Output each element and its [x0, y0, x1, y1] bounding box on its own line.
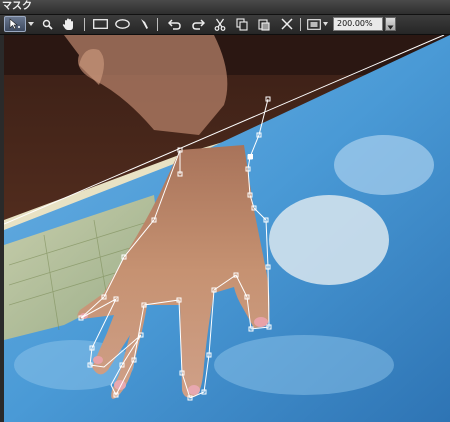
magnifier-icon: [42, 19, 53, 30]
rectangle-tool-button[interactable]: [91, 16, 109, 32]
mask-window: マスク 200.00%: [0, 0, 450, 422]
delete-button[interactable]: [279, 16, 295, 32]
undo-button[interactable]: [166, 16, 182, 32]
x-delete-icon: [281, 18, 293, 30]
fit-view-dropdown[interactable]: [322, 16, 328, 32]
pan-tool-button[interactable]: [60, 16, 76, 32]
arrow-pointer-icon: [9, 18, 20, 30]
title-bar: マスク: [0, 0, 450, 15]
ellipse-icon: [114, 19, 130, 29]
chevron-down-icon: [387, 25, 394, 30]
zoom-tool-button[interactable]: [40, 16, 54, 32]
fit-view-icon: [307, 18, 321, 30]
rectangle-icon: [92, 19, 108, 29]
toolbar-separator: [84, 18, 85, 31]
redo-button[interactable]: [190, 16, 206, 32]
zoom-level-dropdown-button[interactable]: [385, 17, 396, 31]
chevron-down-icon: [322, 22, 328, 26]
hand-icon: [62, 18, 73, 30]
scissors-icon: [214, 18, 226, 31]
redo-icon: [191, 18, 205, 30]
paste-button[interactable]: [256, 16, 272, 32]
window-title: マスク: [2, 1, 32, 12]
mask-toolbar: 200.00%: [0, 15, 450, 35]
toolbar-separator: [157, 18, 158, 31]
copy-icon: [236, 17, 248, 31]
chevron-down-icon: [28, 22, 34, 26]
toolbar-separator: [300, 18, 301, 31]
mask-preview-canvas[interactable]: [4, 35, 450, 422]
pen-tool-button[interactable]: [138, 16, 152, 32]
zoom-level-field[interactable]: 200.00%: [333, 17, 383, 31]
paste-icon: [258, 18, 270, 31]
undo-icon: [167, 18, 181, 30]
select-tool-dropdown[interactable]: [27, 16, 35, 32]
video-frame-preview[interactable]: [4, 35, 450, 422]
copy-button[interactable]: [234, 16, 250, 32]
cut-button[interactable]: [212, 16, 228, 32]
fit-view-button[interactable]: [306, 16, 322, 32]
pen-icon: [141, 19, 148, 29]
select-pointer-button[interactable]: [4, 16, 26, 32]
ellipse-tool-button[interactable]: [113, 16, 131, 32]
selected-control-point[interactable]: [248, 154, 253, 159]
